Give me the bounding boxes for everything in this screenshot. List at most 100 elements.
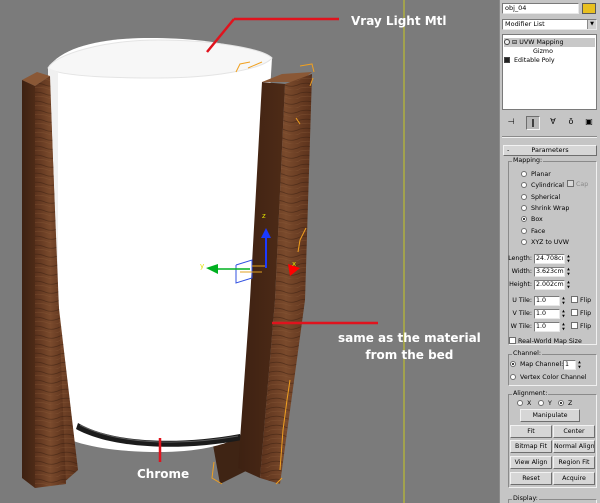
reset-button[interactable]: Reset (510, 472, 552, 485)
mapping-option-xyz-to-uvw[interactable]: XYZ to UVW (521, 238, 569, 248)
v-flip-label: Flip (580, 310, 592, 317)
align-x-row[interactable]: X (517, 399, 531, 409)
cap-checkbox-row[interactable]: Cap (567, 180, 588, 190)
length-input[interactable]: 24.708cı (534, 254, 565, 264)
real-world-row[interactable]: Real-World Map Size (509, 337, 582, 347)
stack-item-label: Editable Poly (514, 57, 555, 64)
mapping-option-planar[interactable]: Planar (521, 170, 551, 180)
perspective-viewport[interactable]: z y x Vray Light Mtl same as the materia… (0, 0, 499, 503)
scene-render: z y x (22, 0, 405, 503)
mapping-radio[interactable] (521, 171, 527, 177)
mapping-radio[interactable] (521, 182, 527, 189)
length-label: Length: (508, 255, 532, 262)
mapping-radio[interactable] (521, 227, 527, 234)
align-z-radio[interactable] (558, 400, 564, 406)
lightbulb-icon[interactable] (504, 39, 510, 45)
vertex-color-row[interactable]: Vertex Color Channel (510, 373, 587, 383)
u-tile-spinner[interactable]: ▲ ▼ (561, 296, 566, 306)
mapping-option-box[interactable]: Box (521, 215, 543, 225)
v-flip-checkbox[interactable] (571, 309, 578, 316)
mapping-radio[interactable] (521, 193, 527, 200)
channel-group-title: Channel: (512, 350, 542, 358)
parameters-rollout-header[interactable]: - Parameters (503, 145, 597, 156)
object-name-field[interactable]: obj_04 (502, 3, 579, 14)
w-tile-spinner[interactable]: ▲ ▼ (561, 322, 566, 332)
width-input[interactable]: 3.623cm (534, 267, 565, 277)
width-spinner[interactable]: ▲ ▼ (566, 267, 571, 277)
configure-icon[interactable]: ▣ (582, 116, 596, 130)
acquire-button[interactable]: Acquire (553, 472, 595, 485)
v-tile-input[interactable]: 1.0 (534, 309, 560, 319)
w-flip-row[interactable]: Flip (571, 322, 591, 332)
mapping-option-cylindrical[interactable]: Cylindrical (521, 181, 564, 191)
bitmap-fit-button[interactable]: Bitmap Fit (510, 440, 552, 453)
mapping-option-spherical[interactable]: Spherical (521, 193, 560, 203)
w-tile-input[interactable]: 1.0 (534, 322, 560, 332)
collapse-icon[interactable]: ⊟ (512, 39, 517, 46)
expand-icon[interactable] (504, 57, 510, 63)
length-spinner[interactable]: ▲ ▼ (566, 254, 571, 264)
svg-text:y: y (200, 262, 204, 270)
modifier-list-dropdown[interactable]: Modifier List ▼ (502, 19, 597, 30)
map-channel-spinner[interactable]: ▲ ▼ (577, 360, 582, 370)
align-y-radio[interactable] (538, 400, 544, 406)
u-flip-row[interactable]: Flip (571, 296, 591, 306)
manipulate-button[interactable]: Manipulate (520, 409, 580, 422)
mapping-radio[interactable] (521, 238, 527, 245)
stack-item-gizmo[interactable]: Gizmo (533, 47, 553, 56)
region-fit-button[interactable]: Region Fit (553, 456, 595, 469)
map-channel-radio[interactable] (510, 361, 516, 367)
real-world-label: Real-World Map Size (518, 338, 582, 345)
map-channel-input[interactable]: 1 (563, 360, 576, 370)
show-end-result-icon[interactable]: ‖ (526, 116, 540, 130)
center-button[interactable]: Center (553, 425, 595, 438)
align-x-radio[interactable] (517, 400, 523, 406)
v-tile-label: V Tile: (512, 310, 532, 317)
w-flip-checkbox[interactable] (571, 322, 578, 329)
mapping-option-label: Shrink Wrap (531, 204, 570, 212)
stack-item-uvw-mapping[interactable]: ⊟ UVW Mapping (504, 38, 595, 47)
mapping-option-face[interactable]: Face (521, 227, 545, 237)
modify-command-panel: obj_04 Modifier List ▼ ⊟ UVW Mapping Giz… (499, 0, 600, 503)
map-channel-row[interactable]: Map Channel: (510, 360, 563, 370)
vray-light-mtl-label: Vray Light Mtl (351, 14, 447, 28)
remove-modifier-icon[interactable]: ō (564, 116, 578, 130)
cap-checkbox[interactable] (567, 180, 574, 187)
pin-icon[interactable]: ⊣ (504, 116, 518, 130)
mapping-option-shrink-wrap[interactable]: Shrink Wrap (521, 204, 569, 214)
v-tile-spinner[interactable]: ▲ ▼ (561, 309, 566, 319)
map-channel-label: Map Channel: (520, 361, 564, 368)
object-color-swatch[interactable] (582, 3, 596, 14)
height-spinner[interactable]: ▲ ▼ (566, 280, 571, 290)
align-z-label: Z (568, 400, 573, 407)
vertex-color-radio[interactable] (510, 374, 516, 380)
collapse-icon: - (507, 146, 510, 154)
mapping-radio[interactable] (521, 216, 527, 223)
mapping-option-label: Cylindrical (531, 182, 565, 190)
v-flip-row[interactable]: Flip (571, 309, 591, 319)
modifier-stack[interactable]: ⊟ UVW Mapping Gizmo Editable Poly (502, 34, 597, 110)
u-tile-input[interactable]: 1.0 (534, 296, 560, 306)
align-z-row[interactable]: Z (558, 399, 572, 409)
align-y-row[interactable]: Y (538, 399, 552, 409)
make-unique-icon[interactable]: ∀ (546, 116, 560, 130)
normal-align-button[interactable]: Normal Align (553, 440, 595, 453)
height-input[interactable]: 2.002cm (534, 280, 565, 290)
u-flip-checkbox[interactable] (571, 296, 578, 303)
svg-text:z: z (262, 212, 266, 220)
align-x-label: X (527, 400, 532, 407)
bed-material-label: same as the material from the bed (338, 330, 481, 364)
mapping-option-label: Spherical (531, 193, 561, 201)
stack-item-editable-poly[interactable]: Editable Poly (504, 56, 555, 65)
view-align-button[interactable]: View Align (510, 456, 552, 469)
align-y-label: Y (548, 400, 552, 407)
fit-button[interactable]: Fit (510, 425, 552, 438)
display-group: Display: (508, 495, 597, 503)
mapping-radio[interactable] (521, 204, 527, 211)
stack-toolbar: ⊣ ‖ ∀ ō ▣ (502, 114, 597, 132)
real-world-checkbox[interactable] (509, 337, 516, 344)
svg-text:x: x (292, 260, 296, 268)
u-flip-label: Flip (580, 297, 592, 304)
mapping-option-label: Box (531, 216, 543, 224)
stack-item-label: UVW Mapping (519, 39, 564, 46)
